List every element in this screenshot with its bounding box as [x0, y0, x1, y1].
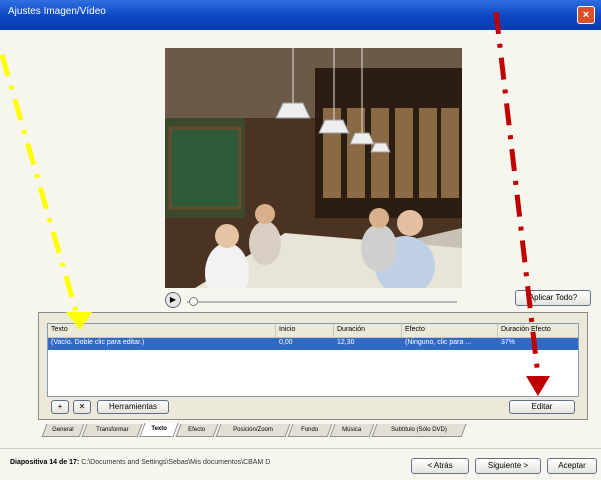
edit-button[interactable]: Editar	[509, 400, 575, 414]
row-cell-start: 0,00	[279, 339, 293, 346]
tab-fondo[interactable]: Fondo	[287, 424, 333, 437]
tools-button[interactable]: Herramientas	[97, 400, 169, 414]
slide-path: C:\Documents and Settings\Sebas\Mis docu…	[81, 459, 271, 466]
next-button[interactable]: Siguiente >	[475, 458, 541, 474]
tab-musica[interactable]: Música	[329, 424, 375, 437]
row-cell-effect: (Ninguno, clic para ...	[405, 339, 472, 346]
video-preview	[165, 48, 462, 288]
ok-button[interactable]: Aceptar	[547, 458, 597, 474]
back-button[interactable]: < Atrás	[411, 458, 469, 474]
slide-info: Diapositiva 14 de 17: C:\Documents and S…	[10, 459, 270, 466]
table-row[interactable]: (Vacío. Doble clic para editar.) 0,00 12…	[48, 338, 578, 350]
player-controls: ▶	[165, 292, 462, 310]
window-title: Ajustes Imagen/Vídeo	[8, 6, 106, 17]
slide-counter: Diapositiva 14 de 17:	[10, 459, 80, 466]
grid-header: Texto Inicio Duración Efecto Duración Ef…	[48, 324, 578, 338]
seek-bar[interactable]	[187, 301, 457, 303]
column-header-effect[interactable]: Efecto	[402, 324, 498, 337]
seek-thumb[interactable]	[189, 297, 198, 306]
tab-posicion-zoom[interactable]: Posición/Zoom	[215, 424, 291, 437]
text-panel: Texto Inicio Duración Efecto Duración Ef…	[38, 312, 588, 420]
apply-all-button[interactable]: Aplicar Todo?	[515, 290, 591, 306]
close-button[interactable]: ×	[577, 6, 595, 24]
column-header-start[interactable]: Inicio	[276, 324, 334, 337]
row-cell-text: (Vacío. Doble clic para editar.)	[51, 339, 145, 346]
add-text-button[interactable]: +	[51, 400, 69, 414]
tab-bar: General Transformar Texto Efecto Posició…	[41, 423, 484, 438]
row-cell-duration: 12,30	[337, 339, 355, 346]
text-grid: Texto Inicio Duración Efecto Duración Ef…	[47, 323, 579, 397]
tab-subtitulo[interactable]: Subtítulo (Sólo DVD)	[371, 424, 467, 437]
library-scene-image	[165, 48, 462, 288]
title-bar: Ajustes Imagen/Vídeo ×	[0, 0, 601, 30]
status-bar: Diapositiva 14 de 17: C:\Documents and S…	[0, 448, 601, 480]
tab-texto[interactable]: Texto	[139, 423, 179, 437]
remove-text-button[interactable]: ✕	[73, 400, 91, 414]
dialog-body: ▶ Aplicar Todo? Texto Inicio Duración Ef…	[0, 30, 601, 480]
tab-efecto[interactable]: Efecto	[175, 424, 219, 437]
play-button[interactable]: ▶	[165, 292, 181, 308]
tab-transformar[interactable]: Transformar	[81, 424, 143, 437]
column-header-duration[interactable]: Duración	[334, 324, 402, 337]
column-header-text[interactable]: Texto	[48, 324, 276, 337]
row-cell-effect-duration: 37%	[501, 339, 516, 346]
column-header-effect-duration[interactable]: Duración Efecto	[498, 324, 578, 337]
tab-general[interactable]: General	[41, 424, 85, 437]
